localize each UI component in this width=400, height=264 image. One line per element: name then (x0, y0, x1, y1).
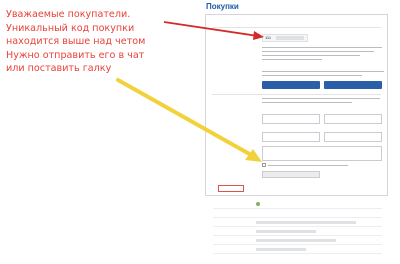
divider (212, 94, 381, 95)
note-line: или поставить галку (6, 63, 112, 74)
note-line: Уникальный код покупки (6, 22, 135, 34)
name-input[interactable] (262, 114, 320, 124)
email-input[interactable] (324, 114, 382, 124)
text-line (262, 75, 362, 77)
text-line (262, 47, 382, 49)
redacted-text (256, 230, 316, 233)
status-dot-icon (256, 202, 260, 207)
detail-value (256, 202, 260, 207)
detail-row (213, 209, 382, 218)
redacted-text (256, 221, 356, 224)
submit-button[interactable] (262, 171, 320, 178)
primary-button-left[interactable] (262, 81, 320, 89)
text-line (262, 102, 352, 104)
text-line (262, 51, 374, 53)
note-line: Нужно отправить его в чат (6, 49, 145, 61)
text-line (262, 71, 384, 73)
note-line: Уважаемые покупатели. (6, 9, 131, 20)
text-line (262, 55, 360, 57)
note-line: находится выше над четом (6, 36, 146, 47)
purchase-panel: 111 (205, 14, 388, 196)
text-line (262, 59, 322, 61)
text-line (262, 98, 380, 100)
phone-input[interactable] (262, 132, 320, 142)
primary-button-right[interactable] (324, 81, 382, 89)
comment-textarea[interactable] (262, 146, 382, 161)
page-title: Покупки (206, 2, 239, 11)
annotation-note: Уважаемые покупатели. Уникальный код пок… (6, 8, 181, 76)
redacted-code (276, 36, 304, 40)
purchase-code-value: 111 (265, 35, 272, 40)
divider (212, 27, 381, 28)
consent-checkbox[interactable] (262, 163, 266, 167)
extra-input[interactable] (324, 132, 382, 142)
detail-row (213, 200, 382, 209)
purchase-details (205, 200, 388, 264)
text-line (268, 164, 348, 166)
cancel-button[interactable] (218, 185, 244, 192)
redacted-text (256, 239, 336, 242)
redacted-text (256, 248, 306, 251)
